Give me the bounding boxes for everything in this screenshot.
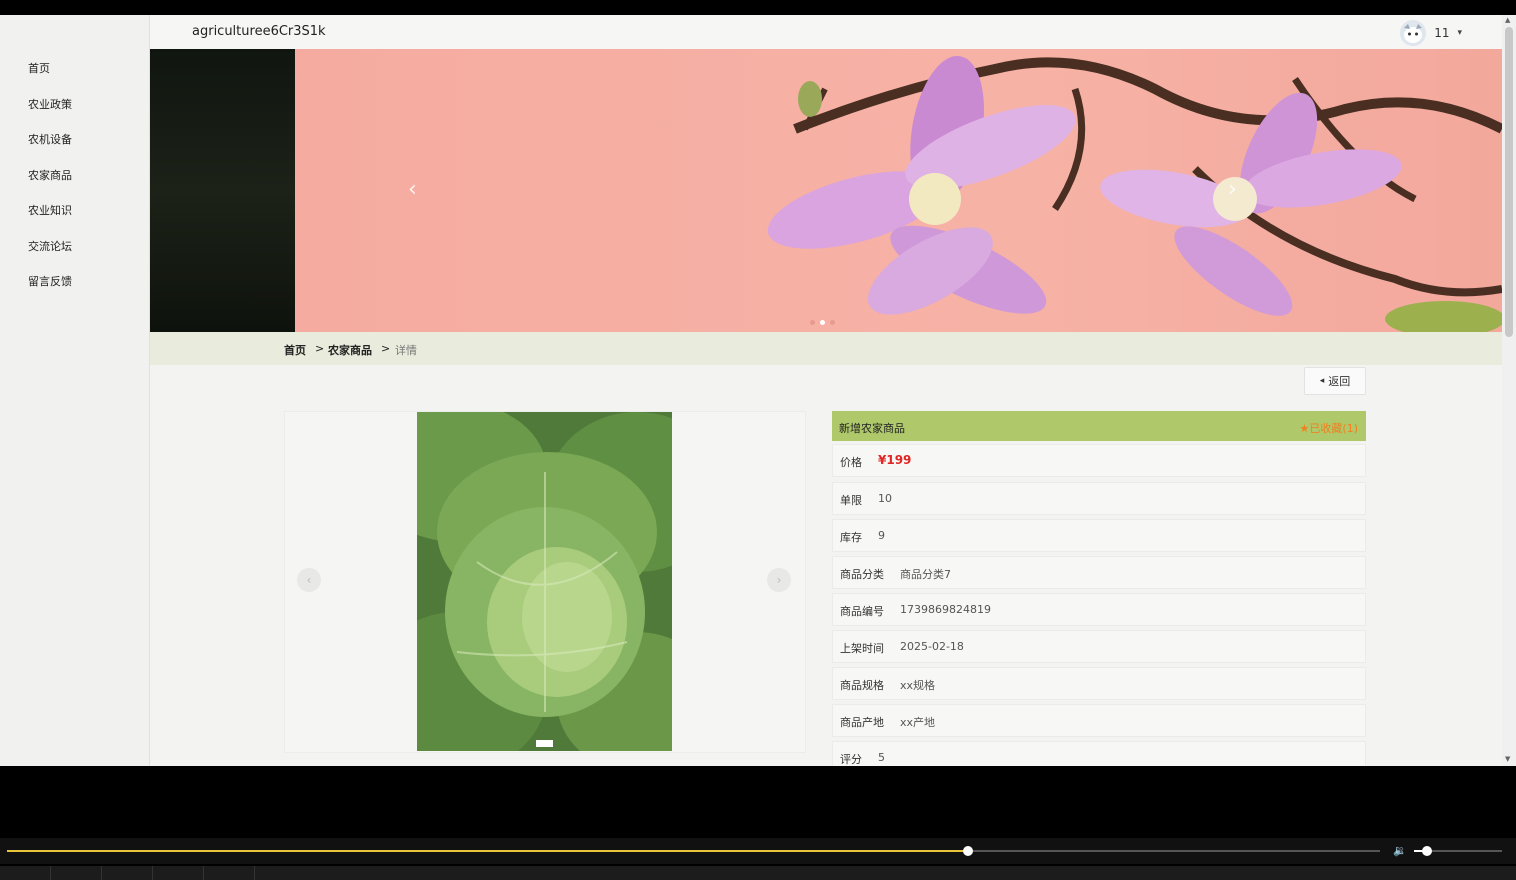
banner-dot-3[interactable]	[830, 320, 835, 325]
sidebar-item-goods[interactable]: 农家商品	[28, 167, 72, 183]
banner-carousel[interactable]: ‹ ›	[150, 49, 1502, 332]
banner-indicators	[810, 320, 835, 325]
field-value: 商品分类7	[900, 568, 951, 581]
taskbar-slot[interactable]	[51, 866, 102, 880]
sidebar-item-feedback[interactable]: 留言反馈	[28, 273, 72, 289]
sidebar-item-policy[interactable]: 农业政策	[28, 96, 72, 112]
favorite-button[interactable]: ★已收藏(1)	[1300, 420, 1358, 436]
gallery-indicator[interactable]	[536, 740, 553, 747]
taskbar-slot[interactable]	[102, 866, 153, 880]
field-code: 商品编号 1739869824819	[832, 593, 1366, 626]
flower-image	[767, 55, 1502, 332]
field-rating: 评分 5	[832, 741, 1366, 766]
back-button-label: 返回	[1328, 375, 1351, 388]
banner-dot-1[interactable]	[810, 320, 815, 325]
field-category: 商品分类 商品分类7	[832, 556, 1366, 589]
breadcrumb: 首页 > 农家商品 > 详情	[150, 332, 1502, 365]
banner-next-arrow[interactable]: ›	[1228, 177, 1237, 202]
field-value: 10	[878, 492, 892, 505]
field-value: ¥199	[878, 453, 912, 467]
window-top-bar	[0, 0, 1516, 15]
field-stock: 库存 9	[832, 519, 1366, 552]
volume-slider[interactable]	[1414, 846, 1502, 856]
video-player-controls: 🔉	[0, 838, 1516, 864]
banner-slide-previous-edge	[150, 49, 295, 332]
product-info-title: 新增农家商品	[839, 422, 905, 435]
banner-dot-2[interactable]	[820, 320, 825, 325]
sidebar-item-machinery[interactable]: 农机设备	[28, 131, 72, 147]
sidebar-item-knowledge[interactable]: 农业知识	[28, 202, 72, 218]
field-label: 上架时间	[840, 642, 884, 655]
breadcrumb-category[interactable]: 农家商品	[328, 342, 372, 358]
caret-left-icon: ◂	[1319, 376, 1325, 386]
field-value: 2025-02-18	[900, 640, 964, 653]
taskbar-slot[interactable]	[0, 866, 51, 880]
field-label: 价格	[840, 456, 862, 469]
seek-bar[interactable]	[7, 846, 1380, 856]
avatar[interactable]	[1400, 20, 1427, 46]
chevron-down-icon[interactable]: ▾	[1457, 28, 1462, 38]
field-spec: 商品规格 xx规格	[832, 667, 1366, 700]
field-price: 价格 ¥199	[832, 444, 1366, 477]
header: agricultureе6Cr3S1k 11 ▾	[150, 15, 1502, 50]
field-origin: 商品产地 xx产地	[832, 704, 1366, 737]
breadcrumb-separator: >	[315, 342, 325, 355]
field-label: 库存	[840, 531, 862, 544]
page-scrollbar[interactable]: ▲ ▼	[1502, 15, 1516, 766]
product-info-panel: 新增农家商品 ★已收藏(1) 价格 ¥199 单限 10 库存 9 商品分类 商…	[832, 411, 1366, 766]
site-title: agricultureе6Cr3S1k	[192, 24, 326, 39]
field-limit: 单限 10	[832, 482, 1366, 515]
taskbar-slot[interactable]	[153, 866, 204, 880]
breadcrumb-separator: >	[381, 342, 391, 355]
product-gallery: ‹ ›	[284, 411, 806, 753]
field-value: 5	[878, 751, 885, 764]
sidebar: 首页 农业政策 农机设备 农家商品 农业知识 交流论坛 留言反馈	[0, 15, 150, 766]
scroll-up-arrow[interactable]: ▲	[1505, 16, 1510, 24]
volume-handle[interactable]	[1421, 846, 1432, 856]
banner-slide-image	[295, 49, 1502, 332]
field-label: 评分	[840, 753, 862, 766]
field-value: 9	[878, 529, 885, 542]
sidebar-item-forum[interactable]: 交流论坛	[28, 238, 72, 254]
field-label: 单限	[840, 494, 862, 507]
breadcrumb-current: 详情	[395, 344, 417, 357]
seek-bar-progress	[7, 850, 969, 852]
back-button[interactable]: ◂ 返回	[1304, 367, 1366, 395]
banner-prev-arrow[interactable]: ‹	[408, 177, 417, 202]
volume-icon[interactable]: 🔉	[1393, 844, 1407, 857]
field-label: 商品分类	[840, 568, 884, 581]
app-window: 首页 农业政策 农机设备 农家商品 农业知识 交流论坛 留言反馈 agricul…	[0, 15, 1516, 766]
sidebar-item-home[interactable]: 首页	[28, 60, 50, 76]
gallery-next-arrow[interactable]: ›	[767, 568, 791, 592]
taskbar	[0, 866, 1516, 880]
field-value: 1739869824819	[900, 603, 991, 616]
gallery-prev-arrow[interactable]: ‹	[297, 568, 321, 592]
field-value: xx产地	[900, 716, 936, 729]
product-info-header: 新增农家商品 ★已收藏(1)	[832, 411, 1366, 441]
taskbar-slot[interactable]	[204, 866, 255, 880]
product-image	[417, 412, 672, 751]
field-value: xx规格	[900, 679, 936, 692]
field-label: 商品产地	[840, 716, 884, 729]
field-listed-date: 上架时间 2025-02-18	[832, 630, 1366, 663]
username[interactable]: 11	[1434, 26, 1449, 40]
field-label: 商品规格	[840, 679, 884, 692]
scroll-down-arrow[interactable]: ▼	[1505, 755, 1510, 763]
scrollbar-thumb[interactable]	[1505, 27, 1513, 337]
field-label: 商品编号	[840, 605, 884, 618]
seek-bar-handle[interactable]	[963, 846, 974, 856]
user-menu[interactable]: 11 ▾	[1400, 20, 1462, 46]
breadcrumb-home[interactable]: 首页	[284, 342, 306, 358]
